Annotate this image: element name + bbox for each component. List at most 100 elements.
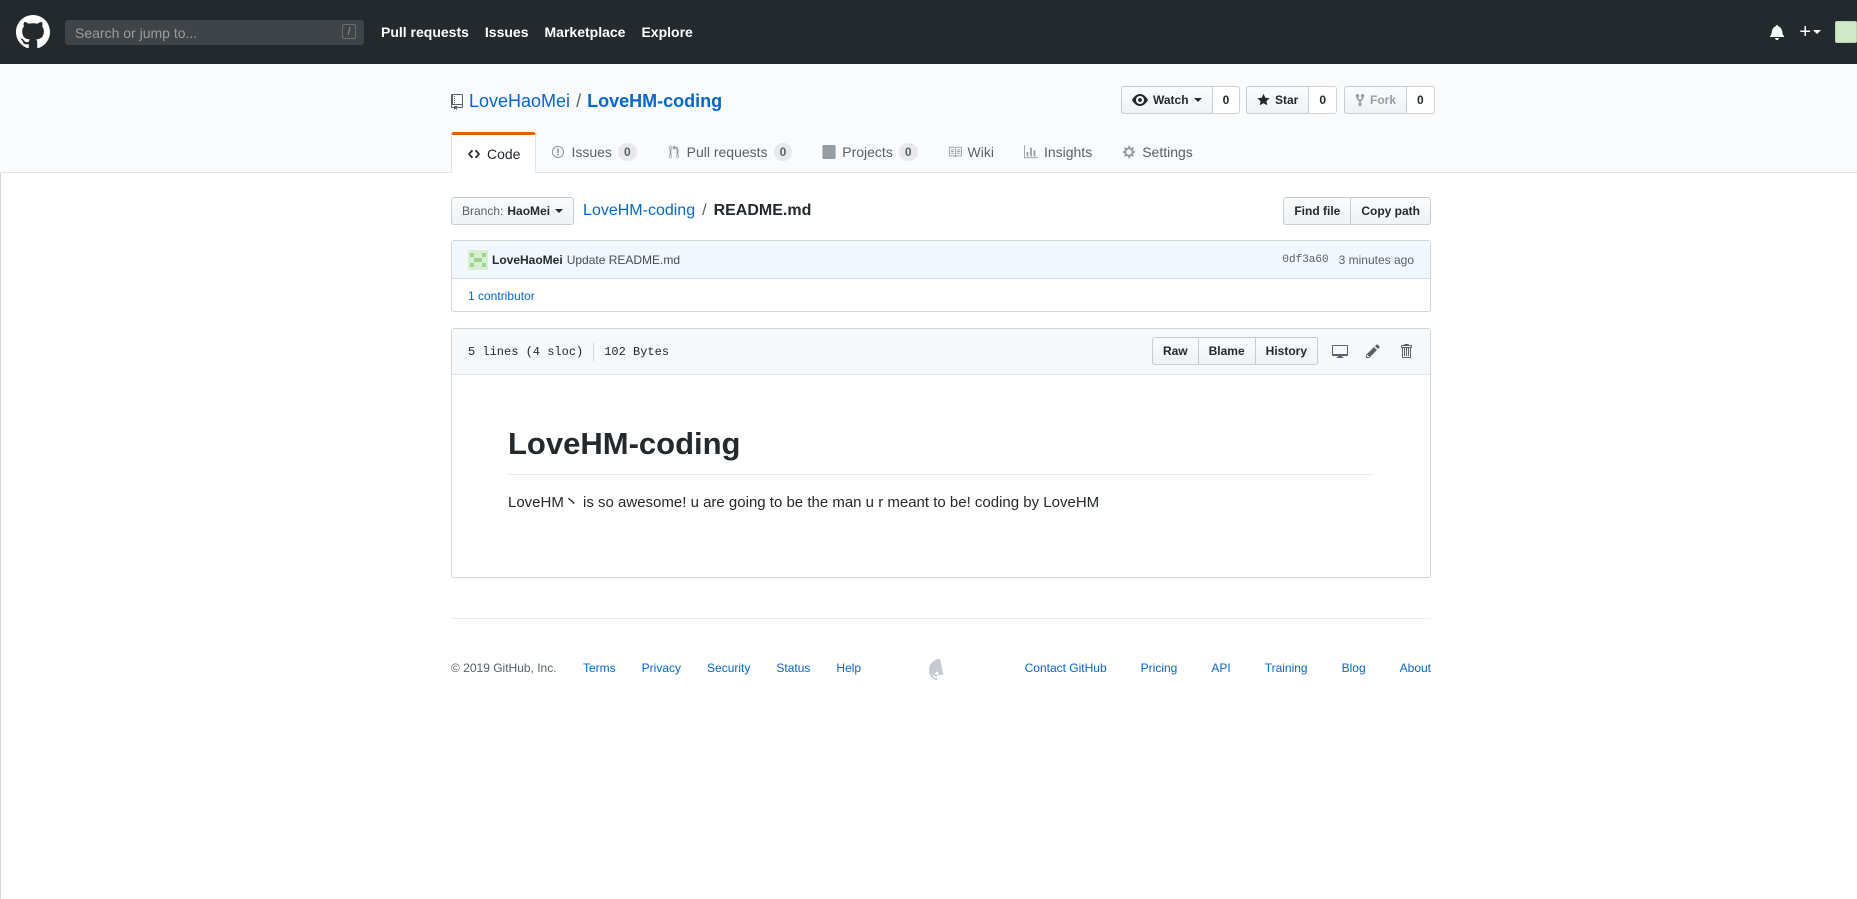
contributors-link[interactable]: 1 contributor — [468, 289, 535, 303]
create-new-caret-icon[interactable] — [1813, 30, 1821, 34]
history-button[interactable]: History — [1255, 337, 1318, 365]
watch-caret-icon — [1193, 98, 1202, 102]
create-new-plus-icon[interactable]: + — [1799, 22, 1811, 42]
commit-tease: LoveHaoMei Update README.md 0df3a60 3 mi… — [451, 240, 1431, 312]
branch-caret-icon — [555, 209, 564, 213]
find-file-button[interactable]: Find file — [1283, 197, 1352, 225]
global-header: / Pull requests Issues Marketplace Explo… — [0, 0, 1857, 64]
fork-group: Fork 0 — [1344, 86, 1435, 114]
graph-icon — [1023, 145, 1038, 159]
search-input[interactable] — [73, 23, 337, 42]
star-icon — [1257, 93, 1270, 106]
tab-issues[interactable]: Issues 0 — [536, 132, 651, 172]
fork-icon — [1355, 93, 1365, 107]
fork-label: Fork — [1370, 93, 1397, 107]
file-view-buttons: Raw Blame History — [1151, 337, 1318, 365]
footer-link-training[interactable]: Training — [1265, 661, 1308, 675]
readme-content: LoveHM-coding LoveHM丶 is so awesome! u a… — [452, 375, 1430, 512]
commit-message-link[interactable]: Update README.md — [567, 253, 680, 267]
star-label: Star — [1275, 93, 1299, 107]
nav-explore[interactable]: Explore — [641, 24, 692, 40]
tab-settings[interactable]: Settings — [1107, 132, 1208, 172]
header-nav: Pull requests Issues Marketplace Explore — [381, 0, 709, 64]
fork-count[interactable]: 0 — [1407, 86, 1435, 114]
pencil-icon[interactable] — [1365, 343, 1381, 359]
global-search: / — [65, 20, 364, 45]
repo-name-link[interactable]: LoveHM-coding — [587, 91, 722, 112]
trashcan-icon[interactable] — [1398, 343, 1414, 359]
footer-inner: © 2019 GitHub, Inc. Terms Privacy Securi… — [451, 659, 1431, 681]
fork-button[interactable]: Fork — [1344, 86, 1408, 114]
code-icon — [467, 149, 481, 159]
user-avatar[interactable] — [1835, 21, 1857, 43]
footer-link-help[interactable]: Help — [836, 661, 861, 675]
repo-owner-link[interactable]: LoveHaoMei — [469, 91, 570, 112]
footer-link-blog[interactable]: Blog — [1342, 661, 1366, 675]
window-left-edge — [0, 64, 1, 899]
commit-author-link[interactable]: LoveHaoMei — [492, 253, 563, 267]
eye-icon — [1132, 94, 1148, 106]
nav-issues[interactable]: Issues — [485, 24, 529, 40]
repo-header: LoveHaoMei / LoveHM-coding Watch 0 Star … — [0, 64, 1857, 173]
file-nav-buttons: Find file Copy path — [1283, 197, 1431, 225]
watch-count[interactable]: 0 — [1212, 86, 1241, 114]
copy-path-button[interactable]: Copy path — [1351, 197, 1431, 225]
star-count[interactable]: 0 — [1309, 86, 1338, 114]
footer-link-contact[interactable]: Contact GitHub — [1025, 661, 1107, 675]
footer-github-mark-icon[interactable] — [929, 659, 951, 681]
repo-title: LoveHaoMei / LoveHM-coding — [451, 91, 722, 112]
commit-time: 3 minutes ago — [1338, 252, 1414, 267]
commit-sha-link[interactable]: 0df3a60 — [1282, 254, 1328, 266]
watch-label: Watch — [1153, 93, 1189, 107]
github-logo-icon[interactable] — [16, 15, 50, 49]
footer-link-privacy[interactable]: Privacy — [642, 661, 681, 675]
nav-pull-requests[interactable]: Pull requests — [381, 24, 469, 40]
star-button[interactable]: Star — [1246, 86, 1310, 114]
tab-code[interactable]: Code — [451, 132, 537, 173]
footer-link-security[interactable]: Security — [707, 661, 750, 675]
tab-insights-label: Insights — [1043, 144, 1093, 160]
raw-button[interactable]: Raw — [1151, 337, 1199, 365]
commit-author-avatar[interactable] — [468, 249, 488, 270]
footer-link-terms[interactable]: Terms — [583, 661, 616, 675]
breadcrumb-repo-link[interactable]: LoveHM-coding — [583, 202, 695, 220]
pull-request-icon — [668, 145, 679, 159]
tab-pull-requests-label: Pull requests — [686, 144, 768, 160]
branch-select-button[interactable]: Branch: HaoMei — [451, 197, 575, 225]
footer-link-pricing[interactable]: Pricing — [1141, 661, 1178, 675]
identicon-icon — [470, 252, 486, 267]
file-size: 102 Bytes — [604, 344, 670, 359]
file-header: 5 lines (4 sloc) 102 Bytes Raw Blame His… — [452, 329, 1430, 375]
footer-link-status[interactable]: Status — [776, 661, 810, 675]
footer-link-api[interactable]: API — [1211, 661, 1230, 675]
desktop-icon[interactable] — [1332, 343, 1348, 359]
tab-projects[interactable]: Projects 0 — [807, 132, 932, 172]
contributors-row: 1 contributor — [452, 279, 1430, 312]
readme-paragraph: LoveHM丶 is so awesome! u are going to be… — [508, 493, 1100, 511]
file-viewer: 5 lines (4 sloc) 102 Bytes Raw Blame His… — [451, 328, 1431, 578]
search-shortcut-key: / — [342, 24, 356, 39]
file-info-divider — [593, 342, 595, 361]
bell-icon[interactable] — [1769, 24, 1785, 40]
footer-links-left: Terms Privacy Security Status Help — [583, 661, 887, 675]
breadcrumb: LoveHM-coding / README.md — [583, 202, 811, 220]
footer-links-right: Contact GitHub Pricing API Training Blog… — [991, 661, 1431, 675]
watch-button[interactable]: Watch — [1121, 86, 1213, 114]
branch-prefix: Branch: — [462, 204, 504, 218]
tab-projects-count: 0 — [898, 143, 918, 161]
tab-projects-label: Projects — [842, 144, 893, 160]
footer-link-about[interactable]: About — [1400, 661, 1431, 675]
tab-wiki[interactable]: Wiki — [933, 132, 1009, 172]
latest-commit: LoveHaoMei Update README.md 0df3a60 3 mi… — [452, 241, 1430, 279]
nav-marketplace[interactable]: Marketplace — [545, 24, 626, 40]
site-footer: © 2019 GitHub, Inc. Terms Privacy Securi… — [451, 618, 1431, 681]
tab-insights[interactable]: Insights — [1009, 132, 1107, 172]
breadcrumb-file: README.md — [713, 202, 812, 219]
tab-pull-requests-count: 0 — [773, 143, 793, 161]
tab-pull-requests[interactable]: Pull requests 0 — [652, 132, 808, 172]
blame-button[interactable]: Blame — [1198, 337, 1256, 365]
repo-tabs: Code Issues 0 Pull requests 0 Projects 0 — [451, 132, 1208, 173]
star-group: Star 0 — [1246, 86, 1338, 114]
watch-group: Watch 0 — [1121, 86, 1241, 114]
branch-name: HaoMei — [507, 204, 551, 218]
